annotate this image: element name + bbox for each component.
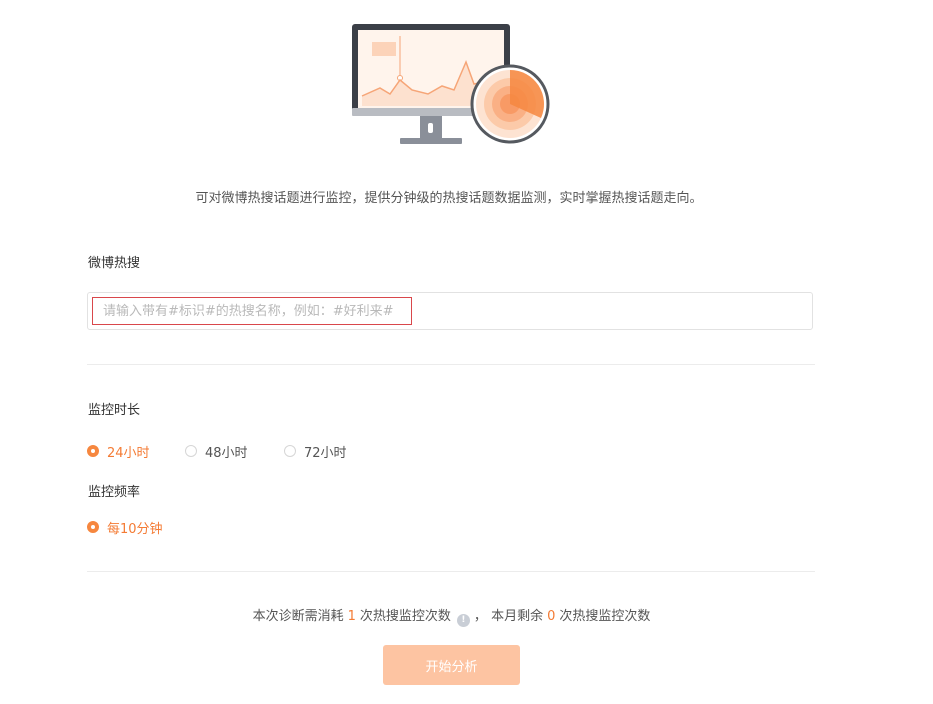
intro-text: 可对微博热搜话题进行监控，提供分钟级的热搜话题数据监测，实时掌握热搜话题走向。	[195, 191, 703, 206]
duration-option-label: 72小时	[304, 445, 347, 461]
remain-prefix: 本月剩余	[491, 609, 544, 624]
radio-checked-icon	[87, 521, 99, 533]
radio-unchecked-icon	[284, 445, 296, 457]
duration-option-72h[interactable]: 72小时	[284, 442, 347, 461]
duration-option-label: 48小时	[205, 445, 248, 461]
weibo-hot-search-label: 微博热搜	[88, 256, 141, 271]
cost-suffix: 次热搜监控次数	[559, 609, 651, 624]
cost-separator: ，	[473, 609, 487, 624]
remain-count: 0	[547, 609, 556, 624]
frequency-option-10min[interactable]: 每10分钟	[87, 518, 163, 537]
hot-search-input[interactable]	[92, 297, 412, 325]
cost-summary: 本次诊断需消耗 1 次热搜监控次数!， 本月剩余 0 次热搜监控次数	[0, 608, 903, 627]
duration-option-label: 24小时	[107, 445, 150, 461]
divider	[87, 364, 815, 365]
frequency-option-label: 每10分钟	[107, 521, 163, 537]
hot-search-input-box	[87, 292, 813, 330]
monitor-duration-label: 监控时长	[88, 403, 141, 418]
info-icon[interactable]: !	[456, 614, 470, 627]
cost-middle: 次热搜监控次数	[359, 609, 451, 624]
start-analysis-button[interactable]: 开始分析	[383, 645, 520, 685]
divider	[87, 571, 815, 572]
cost-prefix: 本次诊断需消耗	[252, 609, 344, 624]
duration-option-48h[interactable]: 48小时	[185, 442, 248, 461]
monitor-frequency-label: 监控频率	[88, 485, 141, 500]
consume-count: 1	[347, 609, 356, 624]
duration-option-24h[interactable]: 24小时	[87, 442, 150, 461]
monitor-radar-illustration	[350, 22, 552, 148]
radio-checked-icon	[87, 445, 99, 457]
radio-unchecked-icon	[185, 445, 197, 457]
